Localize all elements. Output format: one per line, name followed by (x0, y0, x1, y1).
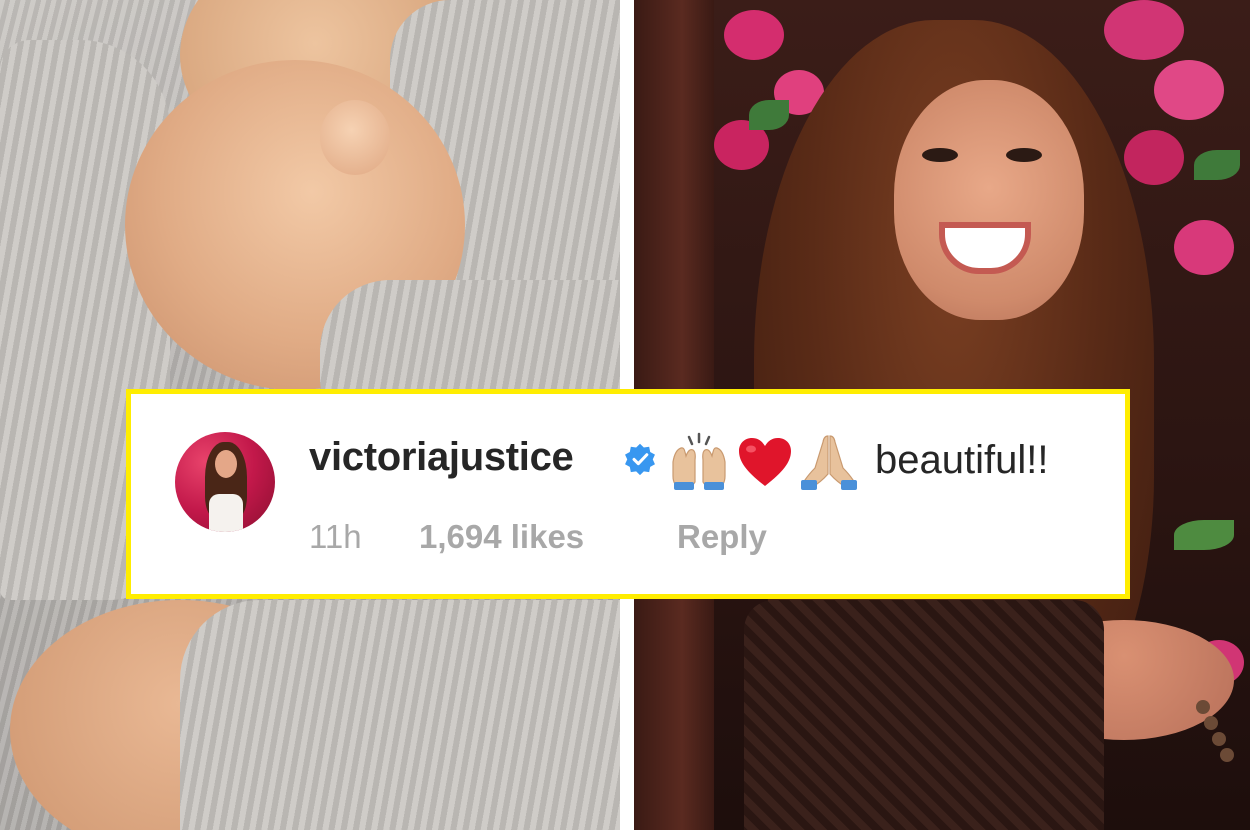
comment-timestamp: 11h (309, 518, 362, 555)
comment-likes-count[interactable]: 1,694 likes (419, 518, 584, 556)
red-heart-emoji-icon (739, 438, 791, 486)
folded-hands-emoji-icon (801, 435, 857, 490)
comment-text: beautiful!! (875, 438, 1049, 482)
comment-username[interactable]: victoriajustice (309, 435, 574, 480)
verified-badge-icon (625, 443, 655, 476)
instagram-comment-card: victoriajustice beautiful!! 11h 1,694 li… (126, 389, 1130, 599)
raising-hands-emoji-icon (672, 432, 726, 490)
avatar[interactable] (175, 432, 275, 532)
reply-button[interactable]: Reply (677, 518, 767, 556)
